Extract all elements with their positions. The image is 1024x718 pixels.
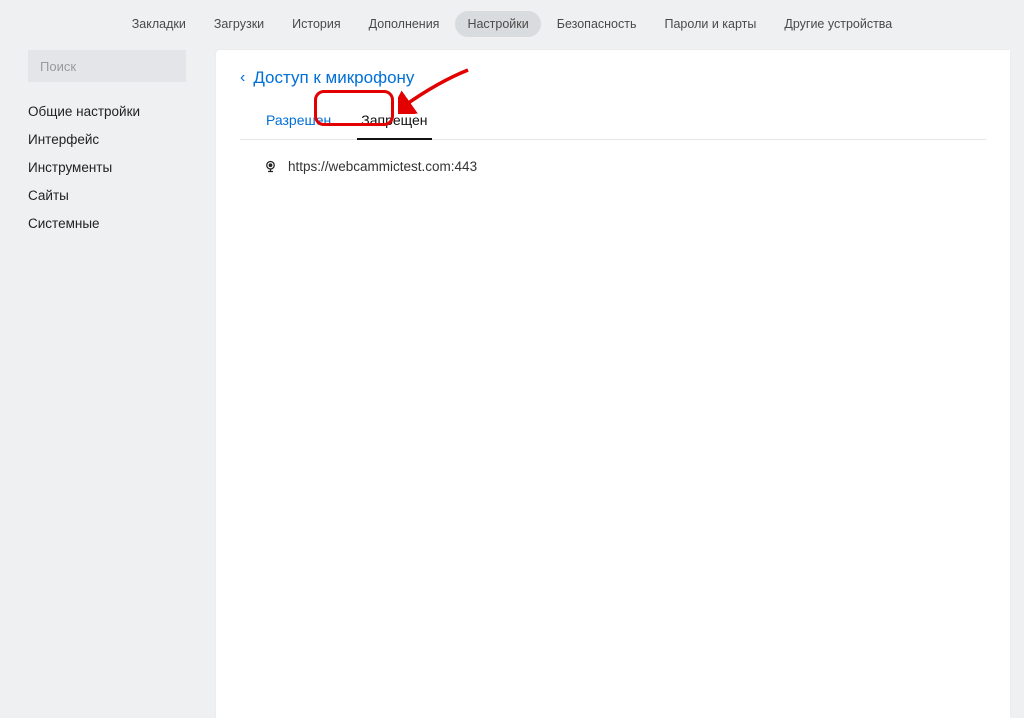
- sidebar: Общие настройки Интерфейс Инструменты Са…: [28, 50, 200, 718]
- topnav-addons[interactable]: Дополнения: [357, 11, 452, 37]
- topnav-downloads[interactable]: Загрузки: [202, 11, 276, 37]
- top-navigation: Закладки Загрузки История Дополнения Нас…: [0, 0, 1024, 40]
- back-chevron-icon[interactable]: ‹: [240, 70, 245, 86]
- webcam-icon: [262, 158, 278, 174]
- sidebar-item-general[interactable]: Общие настройки: [28, 98, 200, 125]
- tab-denied[interactable]: Запрещен: [357, 106, 431, 140]
- page-title[interactable]: Доступ к микрофону: [253, 68, 414, 88]
- sidebar-item-tools[interactable]: Инструменты: [28, 154, 200, 181]
- main-panel: ‹ Доступ к микрофону Разрешен Запрещен h…: [216, 50, 1010, 718]
- topnav-passwords-cards[interactable]: Пароли и карты: [653, 11, 769, 37]
- topnav-settings[interactable]: Настройки: [455, 11, 540, 37]
- topnav-history[interactable]: История: [280, 11, 352, 37]
- site-url: https://webcammictest.com:443: [288, 159, 477, 174]
- site-row[interactable]: https://webcammictest.com:443: [262, 158, 964, 174]
- permission-tabs: Разрешен Запрещен: [240, 106, 986, 140]
- tab-allowed[interactable]: Разрешен: [262, 106, 335, 139]
- topnav-other-devices[interactable]: Другие устройства: [772, 11, 904, 37]
- page-title-row: ‹ Доступ к микрофону: [240, 68, 986, 88]
- sidebar-item-sites[interactable]: Сайты: [28, 182, 200, 209]
- sidebar-item-system[interactable]: Системные: [28, 210, 200, 237]
- topnav-security[interactable]: Безопасность: [545, 11, 649, 37]
- content-wrapper: Общие настройки Интерфейс Инструменты Са…: [0, 40, 1024, 718]
- topnav-bookmarks[interactable]: Закладки: [120, 11, 198, 37]
- site-list: https://webcammictest.com:443: [240, 140, 986, 192]
- search-input[interactable]: [28, 50, 186, 82]
- sidebar-item-interface[interactable]: Интерфейс: [28, 126, 200, 153]
